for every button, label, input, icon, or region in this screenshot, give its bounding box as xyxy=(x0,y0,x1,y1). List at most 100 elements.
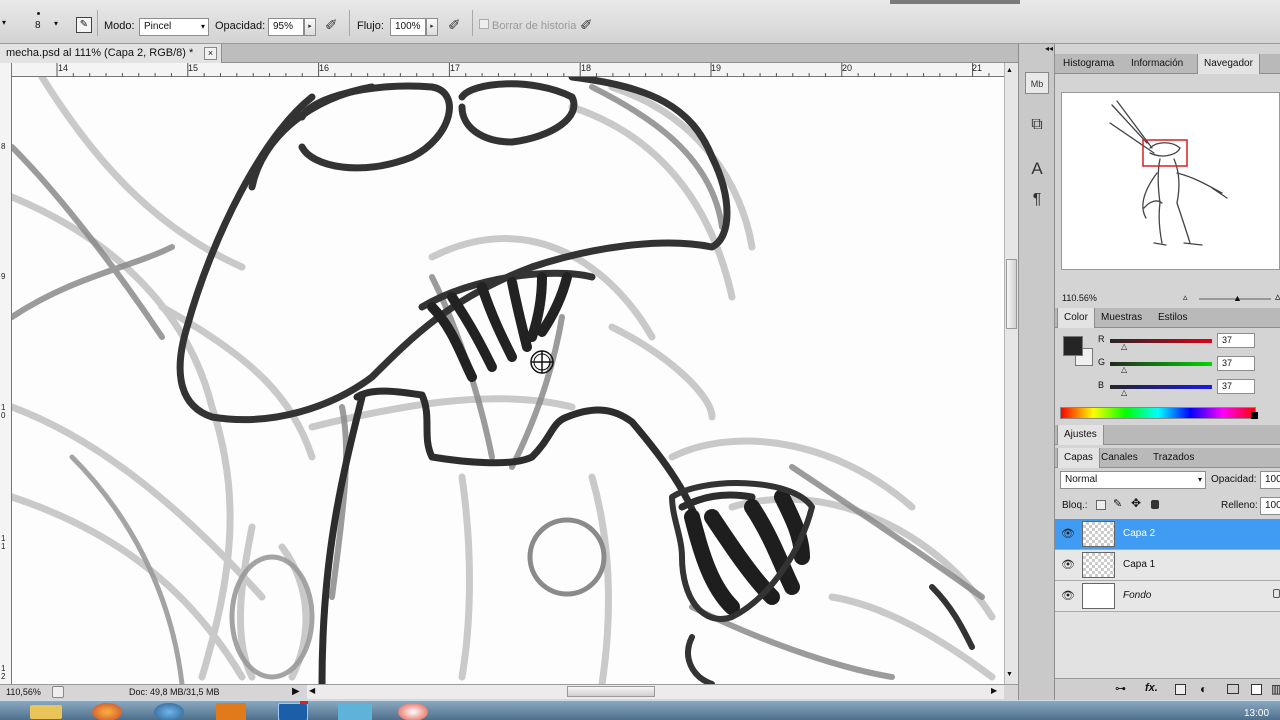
layer-mask-icon[interactable] xyxy=(1175,684,1186,695)
layer-opacity-input[interactable]: 100 xyxy=(1260,471,1280,489)
horizontal-ruler[interactable]: 14 15 16 17 18 19 20 21 xyxy=(12,63,1006,77)
tool-dropdown-arrow[interactable]: ▾ xyxy=(2,18,6,27)
vertical-ruler[interactable]: 8 9 1 0 1 1 1 2 xyxy=(0,63,12,684)
lock-position-icon[interactable]: ✥ xyxy=(1131,496,1141,510)
blue-slider-handle[interactable]: △ xyxy=(1121,388,1127,397)
photoshop-icon[interactable] xyxy=(278,703,308,720)
tab-color[interactable]: Color xyxy=(1057,308,1095,328)
separator xyxy=(97,10,98,36)
paragraph-icon[interactable]: ¶ xyxy=(1025,189,1049,211)
zoom-slider-handle[interactable]: ▲ xyxy=(1233,293,1242,303)
collapse-icon[interactable]: ◂◂ xyxy=(1045,44,1053,53)
clock[interactable]: 13:00 xyxy=(1244,708,1269,719)
flow-slider-button[interactable]: ▸ xyxy=(426,18,438,36)
active-indicator xyxy=(300,701,308,704)
scroll-thumb[interactable] xyxy=(567,686,655,697)
new-layer-icon[interactable] xyxy=(1251,684,1262,695)
mode-select[interactable]: Pincel ▾ xyxy=(139,18,209,36)
blue-label: B xyxy=(1098,380,1105,390)
close-icon[interactable]: × xyxy=(204,47,217,60)
layer-name: Capa 1 xyxy=(1123,559,1156,570)
scroll-right-arrow[interactable]: ▶ xyxy=(991,686,997,695)
ruler-label: 14 xyxy=(58,63,69,73)
media-icon[interactable] xyxy=(398,703,428,720)
layer-row-capa-1[interactable]: 👁 Capa 1 xyxy=(1055,550,1280,581)
status-menu-icon[interactable] xyxy=(52,686,64,698)
document-tab-bar: mecha.psd al 111% (Capa 2, RGB/8) * × xyxy=(0,44,1018,63)
tab-styles[interactable]: Estilos xyxy=(1152,308,1193,328)
flow-input[interactable]: 100% xyxy=(390,18,426,36)
illustrator-icon[interactable] xyxy=(216,703,246,720)
tab-histogram[interactable]: Histograma xyxy=(1057,54,1120,74)
fill-input[interactable]: 100 xyxy=(1260,497,1280,515)
layer-opacity-label: Opacidad: xyxy=(1211,474,1257,485)
tab-swatches[interactable]: Muestras xyxy=(1095,308,1148,328)
workspace-switcher[interactable] xyxy=(890,0,1020,4)
tab-navigator[interactable]: Navegador xyxy=(1197,54,1260,74)
mini-bridge-icon[interactable]: Mb xyxy=(1025,72,1049,94)
green-slider-handle[interactable]: △ xyxy=(1121,365,1127,374)
scroll-thumb[interactable] xyxy=(1006,259,1017,329)
lock-all-icon[interactable] xyxy=(1151,500,1159,509)
tab-paths[interactable]: Trazados xyxy=(1147,448,1200,468)
zoom-out-icon[interactable]: ▵ xyxy=(1183,292,1188,303)
browser-icon[interactable] xyxy=(154,703,184,720)
brush-preset-icon xyxy=(37,12,40,15)
pressure-icon[interactable]: ✐ xyxy=(325,16,338,34)
canvas-area[interactable] xyxy=(12,77,1004,684)
scroll-left-arrow[interactable]: ◀ xyxy=(309,686,315,695)
history-icon[interactable]: ⧉ xyxy=(1025,114,1049,136)
navigator-zoom[interactable]: 110.56% xyxy=(1062,293,1097,303)
lock-pixels-icon[interactable]: ✎ xyxy=(1113,497,1122,510)
tab-layers[interactable]: Capas xyxy=(1057,448,1100,468)
document-tab[interactable]: mecha.psd al 111% (Capa 2, RGB/8) * xyxy=(0,44,222,63)
eye-icon[interactable]: 👁 xyxy=(1061,558,1075,571)
layers-empty-area xyxy=(1055,612,1280,678)
vertical-scrollbar[interactable]: ▲ ▼ xyxy=(1004,63,1018,684)
red-input[interactable]: 37 xyxy=(1217,333,1255,348)
red-slider-handle[interactable]: △ xyxy=(1121,342,1127,351)
scroll-up-arrow[interactable]: ▲ xyxy=(1006,67,1013,74)
horizontal-scrollbar[interactable]: ◀ ▶ xyxy=(307,685,1004,699)
green-input[interactable]: 37 xyxy=(1217,356,1255,371)
character-icon[interactable]: A xyxy=(1025,158,1049,180)
link-layers-icon[interactable]: ⊶ xyxy=(1115,682,1126,695)
delete-layer-icon[interactable]: ▥ xyxy=(1271,682,1280,696)
zoom-level[interactable]: 110,56% xyxy=(6,687,41,697)
firefox-icon[interactable] xyxy=(92,703,122,720)
lock-transparency-icon[interactable] xyxy=(1096,500,1106,510)
eye-icon[interactable]: 👁 xyxy=(1061,527,1075,540)
airbrush-icon[interactable]: ✐ xyxy=(448,16,461,34)
mode-value: Pincel xyxy=(144,21,172,32)
adjustment-layer-icon[interactable]: ◐ xyxy=(1200,682,1207,696)
fx-icon[interactable]: fx. xyxy=(1145,682,1158,694)
blend-mode-select[interactable]: Normal ▾ xyxy=(1060,471,1206,489)
black-swatch[interactable] xyxy=(1251,412,1258,419)
status-arrow-icon[interactable]: ▶ xyxy=(292,686,300,697)
tab-adjustments[interactable]: Ajustes xyxy=(1057,425,1104,445)
opacity-input[interactable]: 95% xyxy=(268,18,304,36)
opacity-slider-button[interactable]: ▸ xyxy=(304,18,316,36)
blue-input[interactable]: 37 xyxy=(1217,379,1255,394)
color-spectrum-bar[interactable] xyxy=(1060,407,1256,419)
layer-row-fondo[interactable]: 👁 Fondo xyxy=(1055,581,1280,612)
scroll-down-arrow[interactable]: ▼ xyxy=(1006,671,1013,678)
ruler-label: 20 xyxy=(842,63,853,73)
new-group-icon[interactable] xyxy=(1227,684,1239,694)
tab-channels[interactable]: Canales xyxy=(1095,448,1144,468)
window-icon[interactable] xyxy=(338,703,372,720)
blend-mode-value: Normal xyxy=(1065,474,1098,485)
folder-icon[interactable] xyxy=(30,705,62,719)
navigator-preview[interactable] xyxy=(1061,92,1280,270)
brush-preset-picker[interactable]: 8 ▾ xyxy=(24,8,66,38)
foreground-color-swatch[interactable] xyxy=(1063,336,1083,356)
mode-label: Modo: xyxy=(104,20,135,32)
tab-info[interactable]: Información xyxy=(1125,54,1189,74)
pressure-size-icon[interactable]: ✐ xyxy=(580,16,593,34)
brush-panel-icon[interactable]: ✎ xyxy=(76,17,92,33)
fill-label: Relleno: xyxy=(1221,500,1258,511)
zoom-in-icon[interactable]: ▵ xyxy=(1275,290,1280,303)
erase-history-checkbox[interactable] xyxy=(479,19,489,29)
eye-icon[interactable]: 👁 xyxy=(1061,589,1075,602)
layer-row-capa-2[interactable]: 👁 Capa 2 xyxy=(1055,519,1280,550)
